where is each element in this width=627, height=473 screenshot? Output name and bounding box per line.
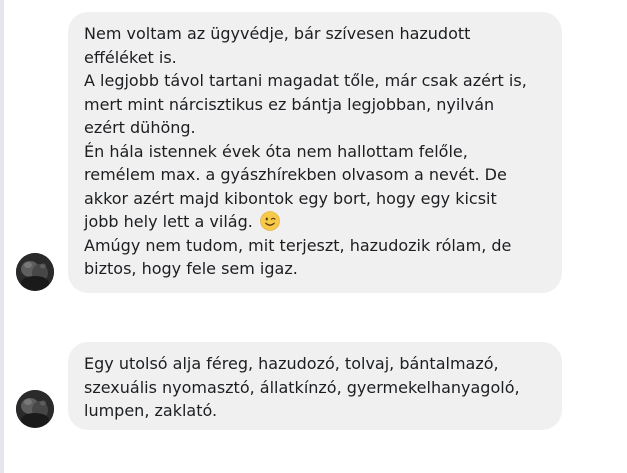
message-line-text: jobb hely lett a világ. xyxy=(84,212,253,231)
message-bubble-2[interactable]: Egy utolsó alja féreg, hazudozó, tolvaj,… xyxy=(68,342,562,430)
message-line: biztos, hogy fele sem igaz. xyxy=(84,259,298,278)
message-line: szexuális nyomasztó, állatkínzó, gyermek… xyxy=(84,377,520,397)
message-line: efféléket is. xyxy=(84,47,177,67)
message-line: remélem max. a gyászhírekben olvasom a n… xyxy=(84,165,507,184)
wink-emoji-icon xyxy=(260,211,280,231)
left-divider xyxy=(0,0,4,473)
message-line: ezért dühöng. xyxy=(84,118,196,137)
message-line: akkor azért majd kibontok egy bort, hogy… xyxy=(84,188,497,208)
message-line: Nem voltam az ügyvédje, bár szívesen haz… xyxy=(84,24,471,43)
message-line: A legjobb távol tartani magadat tőle, má… xyxy=(84,71,527,90)
chat-thread: Nem voltam az ügyvédje, bár szívesen haz… xyxy=(0,0,627,473)
message-line: Amúgy nem tudom, mit terjeszt, hazudozik… xyxy=(84,235,512,255)
avatar-photo-icon xyxy=(16,390,54,428)
avatar-photo-icon xyxy=(16,253,54,291)
message-line: Egy utolsó alja féreg, hazudozó, tolvaj,… xyxy=(84,354,499,373)
message-line: mert mint nárcisztikus ez bántja legjobb… xyxy=(84,94,495,114)
avatar[interactable] xyxy=(16,253,54,291)
avatar[interactable] xyxy=(16,390,54,428)
message-line: Én hála istennek évek óta nem hallottam … xyxy=(84,141,468,161)
message-line: lumpen, zaklató. xyxy=(84,401,218,420)
message-bubble-1[interactable]: Nem voltam az ügyvédje, bár szívesen haz… xyxy=(68,12,562,293)
message-line-with-emoji: jobb hely lett a világ. xyxy=(84,210,546,234)
